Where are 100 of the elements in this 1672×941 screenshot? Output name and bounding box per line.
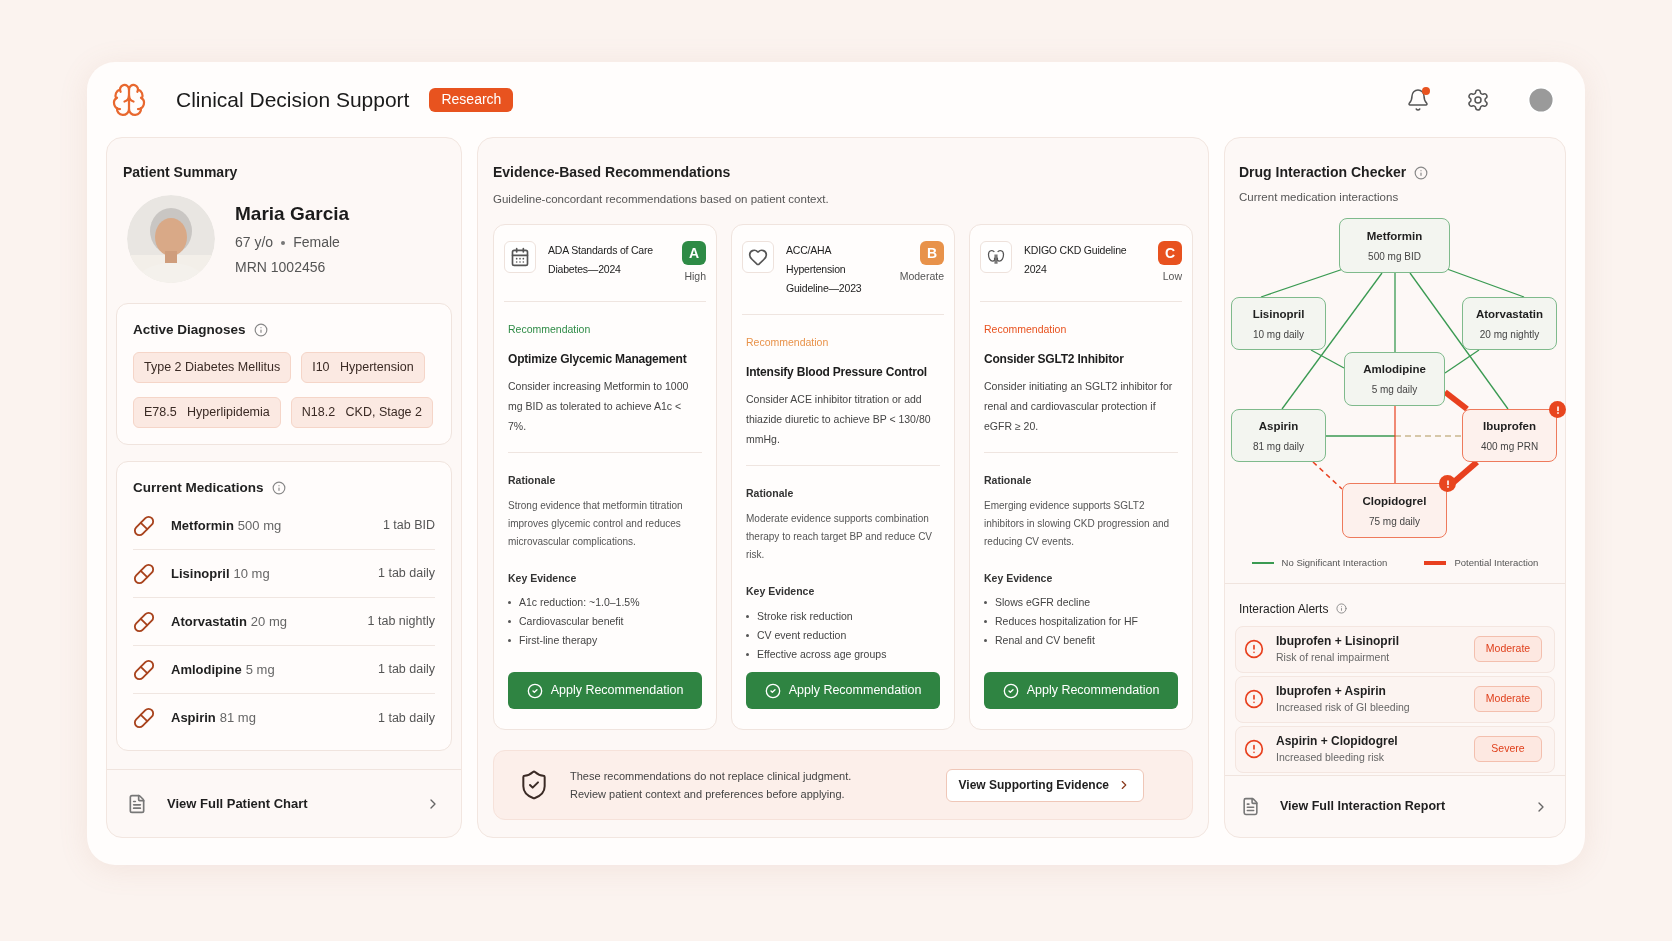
info-icon[interactable] <box>1336 603 1348 614</box>
disclaimer-text: These recommendations do not replace clinical judgment. <box>570 769 852 785</box>
drug-node[interactable]: Metformin 500 mg BID <box>1339 218 1450 274</box>
guideline-source: ADA Standards of Care Diabetes—2024 <box>548 243 654 278</box>
alert-icon <box>1244 689 1264 709</box>
diagnosis-tag: N18.2 CKD, Stage 2 <box>290 397 433 428</box>
drug-node[interactable]: Aspirin 81 mg daily <box>1231 409 1326 463</box>
grade-badge: C <box>1158 241 1182 266</box>
alert-detail: Increased risk of GI bleeding <box>1276 700 1410 716</box>
research-badge: Research <box>429 87 514 112</box>
guideline-source: KDIGO CKD Guideline 2024 <box>1024 243 1128 278</box>
severity-tag: Moderate <box>1474 636 1542 662</box>
evidence-item: Stroke risk reduction <box>757 608 853 624</box>
panel-title: Evidence-Based Recommendations <box>493 163 732 182</box>
medication-name: Metformin <box>171 516 234 535</box>
legend-label: No Significant Interaction <box>1281 556 1388 571</box>
guideline-source: ACC/AHA Hypertension Guideline—2023 <box>786 243 863 297</box>
recommendation-label: Recommendation <box>746 335 830 351</box>
patient-name: Maria Garcia <box>235 201 350 226</box>
diagnosis-tag: E78.5 Hyperlipidemia <box>133 397 281 428</box>
view-chart-link[interactable]: View Full Patient Chart <box>167 793 308 814</box>
medication-sig: 1 tab BID <box>382 517 435 535</box>
patient-sex: Female <box>293 233 340 253</box>
notification-button[interactable] <box>1406 87 1430 112</box>
document-icon <box>1241 797 1260 816</box>
evidence-item: Slows eGFR decline <box>995 595 1091 611</box>
apply-button[interactable]: Apply Recommendation <box>984 672 1178 710</box>
drug-node[interactable]: Ibuprofen 400 mg PRN <box>1462 409 1557 463</box>
evidence-strength: Low <box>1162 269 1182 285</box>
pill-icon <box>133 514 155 537</box>
recommendation-label: Recommendation <box>508 322 592 337</box>
info-icon[interactable] <box>1414 165 1429 180</box>
section-title: Interaction Alerts <box>1239 600 1329 618</box>
evidence-strength: High <box>684 269 706 285</box>
grade-badge: B <box>920 241 944 266</box>
medication-sig: 1 tab daily <box>378 565 435 583</box>
rationale-text: Moderate evidence supports combination therapy to reach target BP and reduce CV risk. <box>746 511 934 562</box>
recommendation-title: Intensify Blood Pressure Control <box>746 364 928 381</box>
alert-badge-icon <box>1439 475 1456 493</box>
heart-icon <box>748 247 768 268</box>
recommendation-label: Recommendation <box>984 322 1068 337</box>
panel-title: Drug Interaction Checker <box>1239 163 1407 182</box>
rationale-title: Rationale <box>984 472 1033 488</box>
medication-dose: 5 mg <box>245 660 275 679</box>
apply-button[interactable]: Apply Recommendation <box>746 672 940 710</box>
recommendation-text: Consider increasing Metformin to 1000 mg BID as tolerated to achieve A1c < 7%. <box>508 378 690 434</box>
medication-name: Lisinopril <box>171 564 230 583</box>
evidence-item: Renal and CV benefit <box>995 633 1095 649</box>
medication-name: Amlodipine <box>171 660 242 679</box>
pill-icon <box>133 707 155 729</box>
view-report-link[interactable]: View Full Interaction Report <box>1280 797 1446 816</box>
medication-name: Aspirin <box>171 709 216 728</box>
evidence-title: Key Evidence <box>984 570 1054 586</box>
patient-mrn: MRN 1002456 <box>235 258 327 278</box>
view-evidence-button[interactable]: View Supporting Evidence <box>945 768 1144 802</box>
rationale-title: Rationale <box>508 472 557 488</box>
info-icon[interactable] <box>271 480 286 495</box>
document-icon <box>127 793 147 814</box>
alert-detail: Increased bleeding risk <box>1276 750 1385 766</box>
info-icon[interactable] <box>253 323 268 338</box>
evidence-item: Cardiovascular benefit <box>519 614 624 630</box>
alert-title: Aspirin + Clopidogrel <box>1276 733 1398 751</box>
section-title: Active Diagnoses <box>133 321 246 339</box>
recommendation-text: Consider ACE inhibitor titration or add thiazide diuretic to achieve BP < 130/80 mmHg. <box>746 392 932 447</box>
patient-age: 67 y/o <box>235 233 274 253</box>
apply-button[interactable]: Apply Recommendation <box>508 672 702 710</box>
medication-sig: 1 tab nightly <box>367 613 435 631</box>
evidence-item: First-line therapy <box>519 633 598 649</box>
evidence-strength: Moderate <box>899 269 944 285</box>
drug-node[interactable]: Atorvastatin 20 mg nightly <box>1462 297 1557 351</box>
panel-title: Patient Summary <box>123 163 239 182</box>
medication-dose: 20 mg <box>250 612 287 631</box>
recommendation-title: Optimize Glycemic Management <box>508 350 688 368</box>
medication-sig: 1 tab daily <box>378 709 435 727</box>
settings-icon[interactable] <box>1466 87 1490 112</box>
medication-dose: 81 mg <box>219 709 256 728</box>
pill-icon <box>133 562 155 585</box>
alert-title: Ibuprofen + Aspirin <box>1276 683 1387 701</box>
drug-node[interactable]: Amlodipine 5 mg daily <box>1344 352 1445 407</box>
medication-name: Atorvastatin <box>171 612 247 631</box>
recommendation-title: Consider SGLT2 Inhibitor <box>984 350 1125 368</box>
medication-sig: 1 tab daily <box>378 661 435 679</box>
evidence-item: Reduces hospitalization for HF <box>995 614 1138 630</box>
evidence-title: Key Evidence <box>508 570 578 586</box>
drug-node[interactable]: Lisinopril 10 mg daily <box>1231 297 1326 351</box>
section-title: Current Medications <box>133 478 264 497</box>
medication-dose: 500 mg <box>237 516 282 535</box>
check-circle-icon <box>1002 682 1019 699</box>
legend-label: Potential Interaction <box>1454 556 1539 571</box>
evidence-item: A1c reduction: ~1.0–1.5% <box>519 595 640 611</box>
evidence-item: Effective across age groups <box>757 646 887 662</box>
rationale-title: Rationale <box>746 486 795 501</box>
diagnosis-tag: I10 Hypertension <box>301 352 425 383</box>
disclaimer-text: Review patient context and preferences before applying. <box>570 787 846 803</box>
severity-tag: Moderate <box>1474 686 1542 712</box>
diagnosis-tag: Type 2 Diabetes Mellitus <box>133 352 292 383</box>
drug-node[interactable]: Clopidogrel 75 mg daily <box>1342 483 1447 539</box>
check-circle-icon <box>764 682 781 699</box>
app-title: Clinical Decision Support <box>176 86 410 113</box>
alert-title: Ibuprofen + Lisinopril <box>1276 633 1399 651</box>
